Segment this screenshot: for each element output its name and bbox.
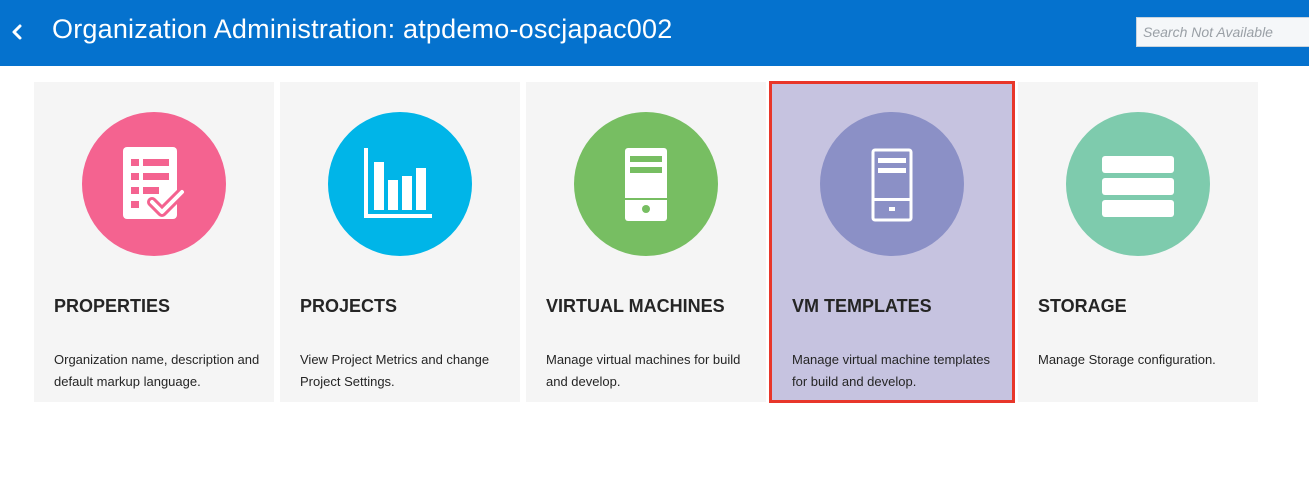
server-outline-icon bbox=[871, 148, 913, 222]
card-properties[interactable]: PROPERTIES Organization name, descriptio… bbox=[34, 82, 274, 402]
properties-icon-circle bbox=[82, 112, 226, 256]
virtual-machines-icon-circle bbox=[574, 112, 718, 256]
chevron-left-icon bbox=[12, 24, 22, 40]
back-button[interactable] bbox=[8, 20, 26, 44]
storage-stack-icon bbox=[1102, 156, 1174, 217]
checklist-icon bbox=[123, 147, 187, 219]
card-description: Manage virtual machine templates for bui… bbox=[792, 352, 990, 389]
card-title: VIRTUAL MACHINES bbox=[546, 296, 725, 316]
card-description: View Project Metrics and change Project … bbox=[300, 352, 490, 389]
card-storage[interactable]: STORAGE Manage Storage configuration. bbox=[1018, 82, 1258, 402]
card-title: VM TEMPLATES bbox=[792, 296, 932, 316]
card-vm-templates[interactable]: VM TEMPLATES Manage virtual machine temp… bbox=[772, 82, 1012, 402]
storage-icon-circle bbox=[1066, 112, 1210, 256]
card-description: Organization name, description and defau… bbox=[54, 352, 260, 389]
card-virtual-machines[interactable]: VIRTUAL MACHINES Manage virtual machines… bbox=[526, 82, 766, 402]
search-input[interactable] bbox=[1136, 17, 1309, 47]
card-projects[interactable]: PROJECTS View Project Metrics and change… bbox=[280, 82, 520, 402]
server-icon bbox=[625, 148, 667, 221]
card-title: PROJECTS bbox=[300, 296, 398, 316]
page-title: Organization Administration: atpdemo-osc… bbox=[52, 14, 673, 44]
card-title: PROPERTIES bbox=[54, 296, 171, 316]
card-title: STORAGE bbox=[1038, 296, 1127, 316]
header-bar: Organization Administration: atpdemo-osc… bbox=[0, 0, 1309, 66]
vm-templates-icon-circle bbox=[820, 112, 964, 256]
bar-chart-icon bbox=[364, 148, 432, 218]
projects-icon-circle bbox=[328, 112, 472, 256]
card-description: Manage Storage configuration. bbox=[1038, 352, 1216, 367]
card-description: Manage virtual machines for build and de… bbox=[546, 352, 741, 389]
